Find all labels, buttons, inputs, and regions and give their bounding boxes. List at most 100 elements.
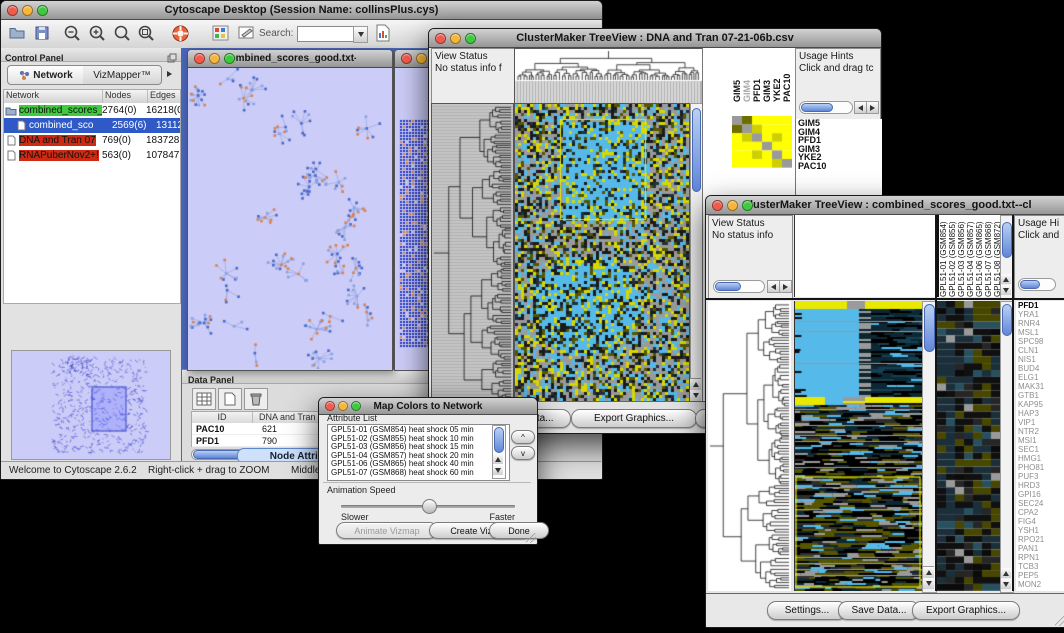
gene-label[interactable]: MSL1 bbox=[1018, 328, 1064, 337]
attribute-list-vscroll[interactable] bbox=[492, 425, 506, 479]
gene-label[interactable]: SEC1 bbox=[1018, 445, 1064, 454]
attribute-item[interactable]: GPL51-02 (GSM855) heat shock 10 min bbox=[331, 435, 509, 444]
tv1-col-label[interactable]: PAC10 bbox=[782, 52, 792, 102]
minimize-button[interactable] bbox=[338, 401, 348, 411]
gene-label[interactable]: PUF3 bbox=[1018, 472, 1064, 481]
tv2-col-label[interactable]: GPL51-01 (GSM854) bbox=[939, 217, 948, 297]
minimize-button[interactable] bbox=[450, 33, 461, 44]
network-view-2-titlebar[interactable] bbox=[395, 50, 432, 68]
gene-label[interactable]: HRD3 bbox=[1018, 481, 1064, 490]
float-panel-icon[interactable] bbox=[167, 50, 177, 68]
save-session-button[interactable] bbox=[34, 25, 50, 46]
network-row[interactable]: RNAPuberNov2+!563(0)107847(0) bbox=[4, 148, 180, 163]
export-graphics-button[interactable]: Export Graphics... bbox=[912, 601, 1020, 620]
tv1-col-label[interactable]: GIM3 bbox=[762, 52, 772, 102]
attribute-list[interactable]: GPL51-01 (GSM854) heat shock 05 minGPL51… bbox=[327, 424, 510, 481]
vizmapper-icon[interactable] bbox=[212, 25, 229, 46]
tv2-col-label[interactable]: GPL51-06 (GSM865) bbox=[975, 217, 984, 297]
close-button[interactable] bbox=[401, 53, 412, 64]
help-lifering-icon[interactable] bbox=[171, 24, 190, 48]
tv1-col-label[interactable]: GIM4 bbox=[742, 52, 752, 102]
tv2-status-hscroll[interactable] bbox=[713, 280, 765, 293]
animation-speed-slider[interactable] bbox=[341, 499, 515, 513]
gene-label[interactable]: SPC98 bbox=[1018, 337, 1064, 346]
close-button[interactable] bbox=[325, 401, 335, 411]
tv2-col-label[interactable]: GPL51-02 (GSM855) bbox=[948, 217, 957, 297]
gene-label[interactable]: HAP3 bbox=[1018, 409, 1064, 418]
gene-label[interactable]: CPA2 bbox=[1018, 508, 1064, 517]
minimize-button[interactable] bbox=[727, 200, 738, 211]
tv1-similarity-matrix[interactable] bbox=[732, 116, 792, 168]
tv2-heatmap[interactable] bbox=[794, 301, 922, 591]
animate-vizmap-button[interactable]: Animate Vizmap bbox=[336, 522, 438, 539]
tv2-usage-hscroll[interactable] bbox=[1018, 278, 1056, 291]
tv1-heatmap[interactable] bbox=[514, 103, 690, 403]
gene-label[interactable]: BUD4 bbox=[1018, 364, 1064, 373]
treeview2-titlebar[interactable]: ClusterMaker TreeView : combined_scores_… bbox=[706, 196, 1064, 215]
gene-label[interactable]: MON2 bbox=[1018, 580, 1064, 589]
network-view-titlebar[interactable]: combined_scores_good.txt--cluste... bbox=[188, 50, 392, 68]
tv1-row-label[interactable]: PAC10 bbox=[798, 162, 882, 171]
annotation-icon[interactable] bbox=[238, 25, 256, 46]
birdseye-view[interactable] bbox=[11, 350, 171, 460]
gene-label[interactable]: ELG1 bbox=[1018, 373, 1064, 382]
tv2-col-label[interactable]: GPL51-07 (GSM868) bbox=[984, 217, 993, 297]
gene-label[interactable]: PEP5 bbox=[1018, 571, 1064, 580]
treeview1-titlebar[interactable]: ClusterMaker TreeView : DNA and Tran 07-… bbox=[429, 29, 881, 48]
attribute-item[interactable]: GPL51-04 (GSM857) heat shock 20 min bbox=[331, 452, 509, 461]
gene-label[interactable]: MSI1 bbox=[1018, 436, 1064, 445]
slider-thumb[interactable] bbox=[422, 499, 437, 514]
minimize-button[interactable] bbox=[22, 5, 33, 16]
delete-attribute-icon[interactable] bbox=[244, 388, 268, 410]
gene-label[interactable]: RPO21 bbox=[1018, 535, 1064, 544]
close-button[interactable] bbox=[194, 53, 205, 64]
gene-label[interactable]: HMG1 bbox=[1018, 454, 1064, 463]
settings-button[interactable]: Settings... bbox=[767, 601, 847, 620]
table-icon[interactable] bbox=[192, 388, 216, 410]
gene-label[interactable]: YSH1 bbox=[1018, 526, 1064, 535]
gene-label[interactable]: NTR2 bbox=[1018, 427, 1064, 436]
gene-label[interactable]: PHO81 bbox=[1018, 463, 1064, 472]
gene-label[interactable]: SEC24 bbox=[1018, 499, 1064, 508]
search-dropdown-button[interactable] bbox=[353, 26, 368, 43]
new-attribute-icon[interactable] bbox=[218, 388, 242, 410]
zoom-fit-icon[interactable] bbox=[137, 24, 156, 48]
resize-grip[interactable] bbox=[526, 533, 536, 543]
tv1-col-label[interactable]: PFD1 bbox=[752, 52, 762, 102]
network-row[interactable]: combined_scores_2764(0)16218(0) bbox=[4, 103, 180, 118]
attribute-item[interactable]: GPL51-03 (GSM856) heat shock 15 min bbox=[331, 443, 509, 452]
gene-label[interactable]: YRA1 bbox=[1018, 310, 1064, 319]
gene-label[interactable]: GPI16 bbox=[1018, 490, 1064, 499]
minimize-button[interactable] bbox=[209, 53, 220, 64]
network-canvas-2[interactable] bbox=[395, 68, 430, 369]
gene-label[interactable]: RNR4 bbox=[1018, 319, 1064, 328]
tv2-zoom-heatmap[interactable] bbox=[937, 301, 1000, 591]
scroll-right-arrow[interactable] bbox=[779, 280, 792, 293]
move-down-button[interactable]: v bbox=[511, 446, 535, 460]
col-nodes[interactable]: Nodes bbox=[103, 90, 148, 103]
gene-label[interactable]: NIS1 bbox=[1018, 355, 1064, 364]
col-network[interactable]: Network bbox=[4, 90, 103, 103]
tv1-row-dendrogram[interactable] bbox=[431, 103, 514, 403]
open-session-button[interactable] bbox=[8, 25, 26, 46]
gene-label[interactable]: TCB3 bbox=[1018, 562, 1064, 571]
attribute-item[interactable]: GPL51-06 (GSM865) heat shock 40 min bbox=[331, 460, 509, 469]
zoom-selected-icon[interactable] bbox=[113, 24, 132, 48]
tv1-col-label[interactable]: YKE2 bbox=[772, 52, 782, 102]
tab-network[interactable]: Network bbox=[7, 65, 85, 85]
done-button[interactable]: Done bbox=[489, 522, 549, 539]
zoom-button[interactable] bbox=[465, 33, 476, 44]
move-up-button[interactable]: ^ bbox=[511, 430, 535, 444]
close-button[interactable] bbox=[712, 200, 723, 211]
save-data-button[interactable]: Save Data... bbox=[838, 601, 920, 620]
gene-label[interactable]: PFD1 bbox=[1018, 301, 1064, 310]
col-edges[interactable]: Edges bbox=[148, 90, 180, 103]
gene-label[interactable]: VIP1 bbox=[1018, 418, 1064, 427]
close-button[interactable] bbox=[7, 5, 18, 16]
close-button[interactable] bbox=[435, 33, 446, 44]
network-canvas[interactable] bbox=[188, 68, 390, 369]
main-titlebar[interactable]: Cytoscape Desktop (Session Name: collins… bbox=[1, 1, 602, 20]
export-graphics-button[interactable]: Export Graphics... bbox=[571, 409, 697, 428]
tv1-column-dendrogram[interactable] bbox=[514, 48, 703, 104]
tab-vizmapper[interactable]: VizMapper™ bbox=[83, 65, 162, 85]
